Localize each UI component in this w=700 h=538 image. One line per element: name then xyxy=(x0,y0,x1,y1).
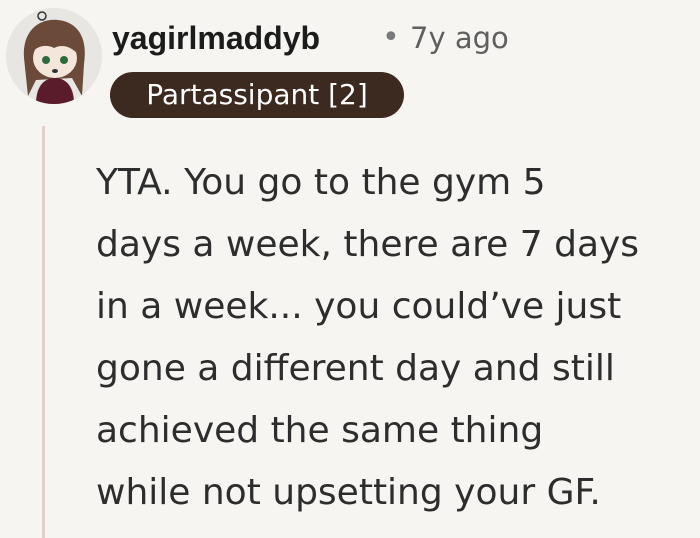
user-avatar-icon[interactable] xyxy=(6,8,102,104)
thread-collapse-line[interactable] xyxy=(42,126,45,538)
separator-dot: • xyxy=(382,20,400,55)
user-flair-badge: Partassipant [2] xyxy=(110,72,404,118)
comment-body-text: YTA. You go to the gym 5 days a week, th… xyxy=(96,162,640,513)
username-link[interactable]: yagirlmaddyb xyxy=(112,14,320,62)
comment-timestamp[interactable]: 7y ago xyxy=(410,14,509,62)
